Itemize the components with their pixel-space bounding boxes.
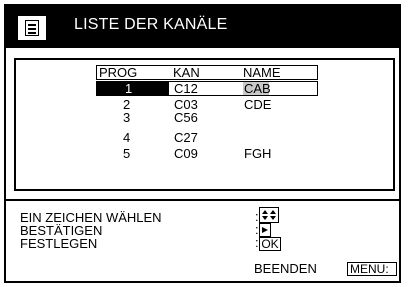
row-1-name[interactable]: CAB <box>244 82 271 96</box>
title-bar: LISTE DER KANÄLE <box>4 4 401 48</box>
right-arrow-icon <box>259 223 271 237</box>
row-1-prog[interactable]: 1 <box>125 82 132 96</box>
page-title: LISTE DER KANÄLE <box>74 16 228 33</box>
row-2-name[interactable]: CDE <box>244 98 271 112</box>
row-5-kan[interactable]: C09 <box>174 147 198 161</box>
list-icon <box>16 14 48 42</box>
row-4-prog[interactable]: 4 <box>123 131 130 145</box>
header-name: NAME <box>243 65 281 80</box>
up-down-arrows-icon <box>259 207 279 223</box>
row-5-name[interactable]: FGH <box>244 147 271 161</box>
row-1-kan[interactable]: C12 <box>174 82 198 96</box>
row-4-kan[interactable]: C27 <box>174 131 198 145</box>
row-5-prog[interactable]: 5 <box>123 147 130 161</box>
row-3-kan[interactable]: C56 <box>174 111 198 125</box>
header-prog: PROG <box>99 65 138 80</box>
ok-key: OK <box>259 237 281 251</box>
selected-prog-highlight <box>96 81 169 96</box>
header-kan: KAN <box>173 65 200 80</box>
menu-button[interactable]: MENU: <box>347 262 397 276</box>
divider <box>4 199 401 201</box>
exit-label: BEENDEN <box>254 261 317 276</box>
help-store: FESTLEGEN <box>20 236 98 251</box>
row-3-prog[interactable]: 3 <box>123 111 130 125</box>
